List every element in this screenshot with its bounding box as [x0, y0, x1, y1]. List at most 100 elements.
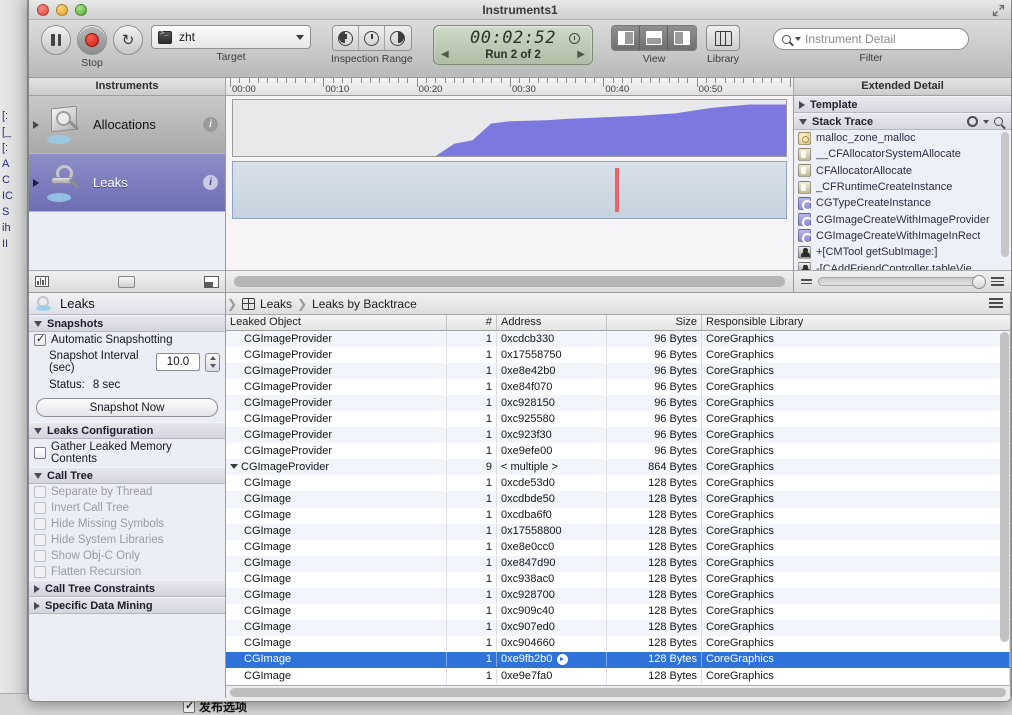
instrument-info-button[interactable]: i [203, 117, 218, 132]
column-header-count[interactable]: # [447, 315, 497, 330]
table-body[interactable]: CGImageProvider10xcdcb33096 BytesCoreGra… [226, 331, 1010, 685]
table-row[interactable]: CGImage10xcdba6f0128 BytesCoreGraphics [226, 508, 1010, 524]
bars-view-icon[interactable] [35, 276, 49, 287]
breadcrumb-item-leaks[interactable]: Leaks [238, 297, 296, 311]
pause-button[interactable] [41, 25, 71, 55]
table-row[interactable]: CGImageProvider10xc92558096 BytesCoreGra… [226, 411, 1010, 427]
table-row[interactable]: CGImage10xcdbde50128 BytesCoreGraphics [226, 491, 1010, 507]
inspection-range-end-button[interactable] [385, 26, 411, 50]
table-row[interactable]: CGImageProvider10xe9efe0096 BytesCoreGra… [226, 443, 1010, 459]
stack-frame-row[interactable]: CGImageCreateWithImageProvider [794, 211, 1011, 227]
stack-frame-row[interactable]: CFAllocatorAllocate [794, 163, 1011, 179]
target-selector[interactable]: zht [151, 25, 311, 49]
call-tree-constraints-section-header[interactable]: Call Tree Constraints [29, 580, 225, 597]
split-view-icon[interactable] [204, 276, 219, 288]
stack-frame-row[interactable]: CGTypeCreateInstance [794, 195, 1011, 211]
breadcrumb-item-leaks-by-backtrace[interactable]: Leaks by Backtrace [308, 297, 421, 311]
specific-data-mining-section-header[interactable]: Specific Data Mining [29, 597, 225, 614]
call-tree-option-checkbox[interactable] [34, 502, 46, 514]
stack-frame-row[interactable]: +[CMTool getSubImage:] [794, 244, 1011, 260]
table-row[interactable]: CGImage10xc904660128 BytesCoreGraphics [226, 636, 1010, 652]
stack-search-icon[interactable] [994, 117, 1003, 126]
table-row[interactable]: CGImageProvider10xe8e42b096 BytesCoreGra… [226, 363, 1010, 379]
instrument-row-leaks[interactable]: Leaksi [29, 154, 225, 212]
group-disclosure-icon[interactable] [230, 464, 238, 469]
gather-leaked-memory-checkbox[interactable] [34, 447, 46, 459]
column-header-leaked-object[interactable]: Leaked Object [226, 315, 447, 330]
call-tree-option-row[interactable]: Separate by Thread [29, 484, 225, 500]
snapshot-now-button[interactable]: Snapshot Now [36, 398, 218, 417]
leaks-configuration-section-header[interactable]: Leaks Configuration [29, 422, 225, 439]
expanded-rows-icon[interactable] [991, 277, 1004, 286]
table-row[interactable]: CGImage13< multiple >1.62 KBCoreGraphics [226, 684, 1010, 685]
template-section-header[interactable]: Template [794, 96, 1011, 113]
gather-leaked-memory-row[interactable]: Gather Leaked Memory Contents [29, 439, 225, 467]
table-row[interactable]: CGImageProvider10xcdcb33096 BytesCoreGra… [226, 331, 1010, 347]
automatic-snapshotting-checkbox[interactable] [34, 334, 46, 346]
table-horizontal-scrollbar[interactable] [230, 688, 1006, 697]
track-height-icon[interactable] [118, 276, 135, 288]
stack-trace-scrollbar[interactable] [1001, 132, 1009, 268]
table-row[interactable]: CGImage10xe9e7fa0128 BytesCoreGraphics [226, 668, 1010, 684]
table-row[interactable]: CGImage10xc928700128 BytesCoreGraphics [226, 588, 1010, 604]
disclosure-triangle-icon[interactable] [33, 179, 39, 187]
call-tree-section-header[interactable]: Call Tree [29, 467, 225, 484]
call-tree-option-checkbox[interactable] [34, 486, 46, 498]
inspection-range-start-button[interactable] [333, 26, 359, 50]
call-tree-option-checkbox[interactable] [34, 550, 46, 562]
column-header-size[interactable]: Size [607, 315, 702, 330]
call-tree-option-row[interactable]: Flatten Recursion [29, 564, 225, 580]
toggle-left-pane-button[interactable] [612, 26, 640, 50]
table-row[interactable]: CGImage10xe8e0cc0128 BytesCoreGraphics [226, 540, 1010, 556]
table-options-icon[interactable] [989, 298, 1003, 308]
stack-frame-row[interactable]: CGImageCreateWithImageInRect [794, 228, 1011, 244]
stack-frame-row[interactable]: __CFAllocatorSystemAllocate [794, 146, 1011, 162]
table-row[interactable]: CGImageProvider9< multiple >864 BytesCor… [226, 459, 1010, 475]
stack-trace-section-header[interactable]: Stack Trace [794, 113, 1011, 130]
column-header-address[interactable]: Address [497, 315, 607, 330]
call-tree-option-row[interactable]: Hide Missing Symbols [29, 516, 225, 532]
fullscreen-icon[interactable] [992, 4, 1005, 17]
table-row[interactable]: CGImage10xcde53d0128 BytesCoreGraphics [226, 475, 1010, 491]
navigate-arrow-icon[interactable] [557, 654, 568, 665]
leaks-track[interactable] [232, 161, 787, 219]
search-options-chevron-icon[interactable] [795, 37, 801, 41]
snapshot-interval-stepper[interactable] [205, 353, 220, 372]
toggle-top-pane-button[interactable] [640, 26, 668, 50]
timer-options-icon[interactable] [569, 33, 580, 44]
table-row[interactable]: CGImageProvider10xc92815096 BytesCoreGra… [226, 395, 1010, 411]
column-header-responsible-library[interactable]: Responsible Library [702, 315, 1010, 330]
loop-button[interactable]: ↻ [113, 25, 143, 55]
leak-marker[interactable] [615, 168, 619, 212]
call-tree-option-checkbox[interactable] [34, 534, 46, 546]
inspection-range-clear-button[interactable] [359, 26, 385, 50]
next-run-icon[interactable]: ▶ [577, 49, 585, 60]
table-row[interactable]: CGImage10xe847d90128 BytesCoreGraphics [226, 556, 1010, 572]
filter-search-field[interactable]: Instrument Detail [773, 28, 969, 50]
table-row[interactable]: CGImage10xc909c40128 BytesCoreGraphics [226, 604, 1010, 620]
snapshot-interval-input[interactable]: 10.0 [156, 353, 200, 371]
gear-chevron-icon[interactable] [983, 120, 989, 124]
instrument-row-allocations[interactable]: Allocationsi [29, 96, 225, 154]
table-row[interactable]: CGImage10xc907ed0128 BytesCoreGraphics [226, 620, 1010, 636]
slider-knob[interactable] [972, 275, 986, 289]
stack-frame-row[interactable]: -[CAddFriendController tableVie... [794, 260, 1011, 270]
table-row[interactable]: CGImageProvider10xc923f3096 BytesCoreGra… [226, 427, 1010, 443]
table-row[interactable]: CGImage10xc938ac0128 BytesCoreGraphics [226, 572, 1010, 588]
library-button[interactable] [706, 25, 740, 51]
allocations-track[interactable] [232, 99, 787, 157]
table-row[interactable]: CGImage10x17558800128 BytesCoreGraphics [226, 524, 1010, 540]
gear-icon[interactable] [967, 116, 978, 127]
call-tree-option-checkbox[interactable] [34, 566, 46, 578]
table-vertical-scrollbar[interactable] [1000, 332, 1009, 684]
run-timer[interactable]: 00:02:52 ◀ Run 2 of 2 ▶ [433, 25, 593, 65]
disclosure-triangle-icon[interactable] [33, 121, 39, 129]
call-tree-option-row[interactable]: Hide System Libraries [29, 532, 225, 548]
table-row[interactable]: CGImage10xe9fb2b0128 BytesCoreGraphics [226, 652, 1010, 668]
stack-frame-row[interactable]: malloc_zone_malloc [794, 130, 1011, 146]
call-tree-option-row[interactable]: Show Obj-C Only [29, 548, 225, 564]
instrument-info-button[interactable]: i [203, 175, 218, 190]
record-stop-button[interactable] [77, 25, 107, 55]
table-row[interactable]: CGImageProvider10xe84f07096 BytesCoreGra… [226, 379, 1010, 395]
call-tree-option-checkbox[interactable] [34, 518, 46, 530]
